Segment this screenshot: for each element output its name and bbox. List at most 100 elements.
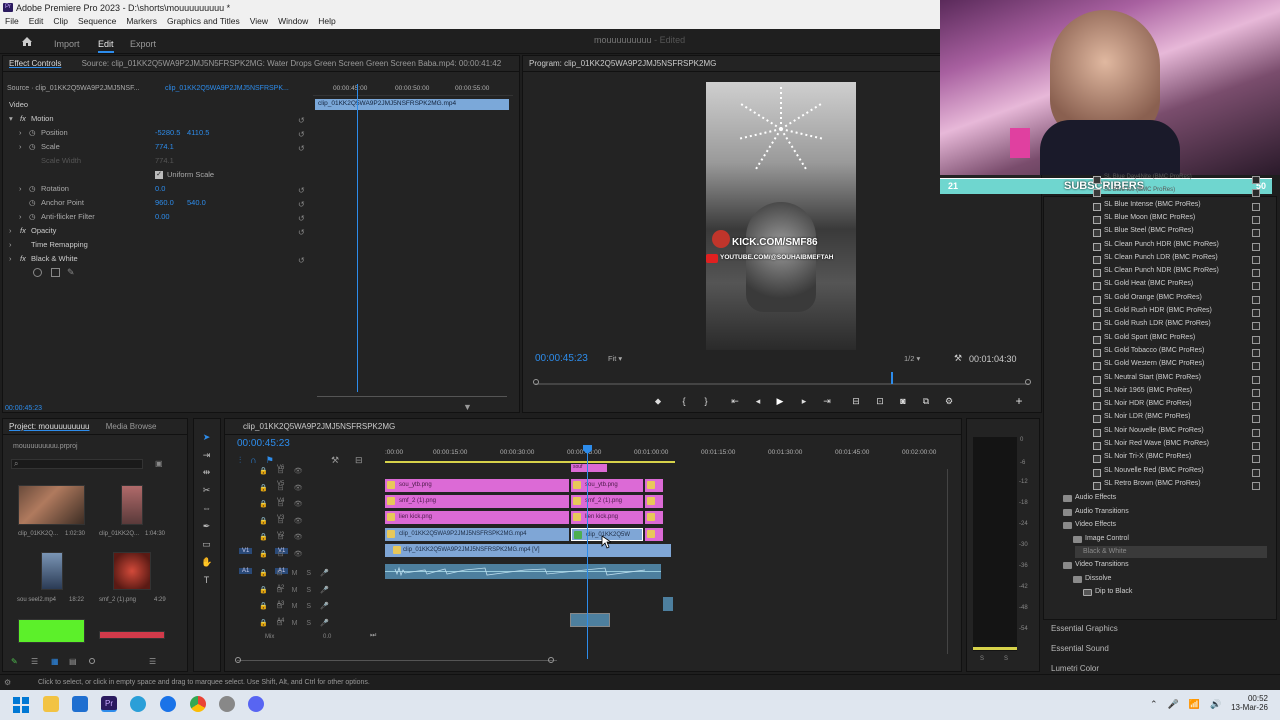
captions-icon[interactable]: ⊟ [355,455,363,466]
program-playhead[interactable] [890,372,893,384]
clip-v4-b[interactable]: smf_2 (1).png [571,495,643,508]
mark-out-icon[interactable]: } [700,395,712,407]
stopwatch-icon[interactable]: ◷ [29,142,36,151]
slip-tool-icon[interactable]: ⇔ [201,503,212,513]
source-v1-patch[interactable]: V1 [239,548,253,554]
sequence-tab[interactable]: clip_01KK2Q5WA9P2JMJ5NSFRSPK2MG [243,422,395,431]
project-tab[interactable]: Project: mouuuuuuuuu [9,422,90,431]
h-scroll-left[interactable] [235,657,241,663]
video-transitions-folder[interactable]: Video Transitions [1063,561,1129,569]
lut-item[interactable]: SL Gold Orange (BMC ProRes) [1090,294,1260,307]
menu-help[interactable]: Help [318,16,335,29]
dissolve-folder[interactable]: Dissolve [1073,575,1111,583]
menu-graphics[interactable]: Graphics and Titles [167,16,240,29]
razor-tool-icon[interactable]: ✂ [201,485,212,495]
icon-view-icon[interactable]: ▦ [51,657,59,666]
clip-v2-c[interactable] [645,528,663,541]
stopwatch-icon[interactable]: ◷ [29,128,36,137]
edge-icon[interactable] [160,696,176,712]
file-explorer-icon[interactable] [43,696,59,712]
rect-mask-icon[interactable] [51,268,60,277]
clip-v4-c[interactable] [645,495,663,508]
effect-controls-tab[interactable]: Effect Controls [9,59,61,68]
time-remap-row[interactable]: › Time Remapping [3,240,313,254]
audio-transitions-folder[interactable]: Audio Transitions [1063,508,1129,516]
essential-sound-tab[interactable]: Essential Sound [1051,644,1109,653]
audio-clip-a3[interactable] [663,597,673,611]
lut-item[interactable]: SL Gold Heat (BMC ProRes) [1090,280,1260,293]
clip-v4-a[interactable]: smf_2 (1).png [385,495,569,508]
source-tab[interactable]: Source: clip_01KK2Q5WA9P2JMJ5N5FRSPK2MG:… [82,59,502,68]
clip-v5-c[interactable] [645,479,663,492]
audio-effects-folder[interactable]: Audio Effects [1063,494,1116,502]
lut-item[interactable]: SL Blue Day4Nite (BMC ProRes) [1090,174,1260,187]
premiere-taskbar-icon[interactable]: Pr [101,696,117,712]
lut-item[interactable]: SL Gold Tobacco (BMC ProRes) [1090,347,1260,360]
filter-icon[interactable]: ▼ [463,402,472,412]
lut-item[interactable]: SL Blue Intense (BMC ProRes) [1090,201,1260,214]
chrome-icon[interactable] [190,696,206,712]
work-area-bar[interactable] [385,461,675,463]
lut-item[interactable]: SL Gold Western (BMC ProRes) [1090,360,1260,373]
step-back-icon[interactable]: ◂ [752,395,764,407]
lut-item[interactable]: SL Noir Nouvelle (BMC ProRes) [1090,427,1260,440]
lut-item[interactable]: SL Clean Punch HDR (BMC ProRes) [1090,241,1260,254]
rectangle-tool-icon[interactable]: ▭ [201,539,212,549]
timeline-h-scroll[interactable] [237,660,557,661]
uniform-scale-checkbox[interactable]: ✓ [155,171,163,179]
fit-dropdown[interactable]: Fit ▾ [608,354,622,363]
discord-icon[interactable] [248,696,264,712]
stopwatch-icon[interactable]: ◷ [29,198,36,207]
project-thumb-banner[interactable] [99,631,165,639]
video-track-toggles[interactable]: 🔒⊟👁 🔒⊟👁 🔒⊟👁 🔒⊟👁 🔒⊟👁 🔒⊟👁 [259,464,312,564]
reset-icons[interactable]: ↺ ↺ ↺ ↺ ↺ ↺ ↺ ↺ [298,114,305,268]
timeline-playhead[interactable] [587,445,588,659]
project-thumb-green[interactable] [18,619,85,643]
dip-to-black-item[interactable]: Dip to Black [1083,588,1132,596]
solo-left-button[interactable]: S [980,656,984,662]
go-to-end-icon[interactable]: ⏭ [370,632,376,640]
menu-clip[interactable]: Clip [53,16,68,29]
obs-icon[interactable] [219,696,235,712]
scale-value[interactable]: 774.1 [155,142,174,151]
lut-item[interactable]: SL Gold Rush HDR (BMC ProRes) [1090,307,1260,320]
home-icon[interactable] [21,36,33,47]
scrub-start-handle[interactable] [533,379,539,385]
video-effects-folder[interactable]: Video Effects [1063,521,1116,529]
program-timecode[interactable]: 00:00:45:23 [535,353,588,364]
clip-v2-a[interactable]: clip_01KK2Q5WA9P2JMJ5NSFRSPK2MG.mp4 [385,528,569,541]
new-bin-icon[interactable]: ▣ [155,459,163,468]
freeform-view-icon[interactable]: ▤ [69,657,77,666]
resolution-dropdown[interactable]: 1/2 ▾ [904,354,920,363]
source-a1-patch[interactable]: A1 [239,568,253,574]
opacity-row[interactable]: › fx Opacity [3,226,313,240]
lut-item[interactable]: SL Noir Tri-X (BMC ProRes) [1090,453,1260,466]
hand-tool-icon[interactable]: ✋ [201,557,212,567]
lumetri-color-tab[interactable]: Lumetri Color [1051,664,1099,673]
selection-tool-icon[interactable]: ➤ [201,432,212,442]
source-clip-label[interactable]: Source · clip_01KK2Q5WA9P2JMJ5NSF... [7,85,139,92]
mark-in-icon[interactable]: { [678,395,690,407]
list-view-icon[interactable]: ☰ [31,657,38,666]
antiflicker-value[interactable]: 0.00 [155,212,170,221]
extract-icon[interactable]: ⊡ [874,395,886,407]
menu-file[interactable]: File [5,16,19,29]
comparison-view-icon[interactable]: ⧉ [920,395,932,407]
wrench-icon[interactable]: ⚒ [331,455,339,466]
lut-item[interactable]: SL Noir 1965 (BMC ProRes) [1090,387,1260,400]
bw-effect-row[interactable]: › fx Black & White [3,254,313,268]
lut-item[interactable]: SL Neutral Start (BMC ProRes) [1090,374,1260,387]
stopwatch-icon[interactable]: ◷ [29,212,36,221]
sort-icon[interactable]: ☰ [149,657,156,666]
import-tab[interactable]: Import [54,39,80,49]
clock[interactable]: 00:52 13-Mar-26 [1228,694,1268,712]
lut-item[interactable]: SL Noir HDR (BMC ProRes) [1090,400,1260,413]
step-forward-icon[interactable]: ▸ [798,395,810,407]
menu-edit[interactable]: Edit [29,16,44,29]
ripple-edit-icon[interactable]: ⇹ [201,467,212,477]
ec-timecode[interactable]: 00:00:45:23 [5,405,42,412]
lut-item[interactable]: SL Gold Rush LDR (BMC ProRes) [1090,320,1260,333]
lut-item[interactable]: SL Nouvelle Red (BMC ProRes) [1090,467,1260,480]
project-thumb-1[interactable] [18,485,85,525]
clip-v3-b[interactable]: lien kick.png [571,511,643,524]
